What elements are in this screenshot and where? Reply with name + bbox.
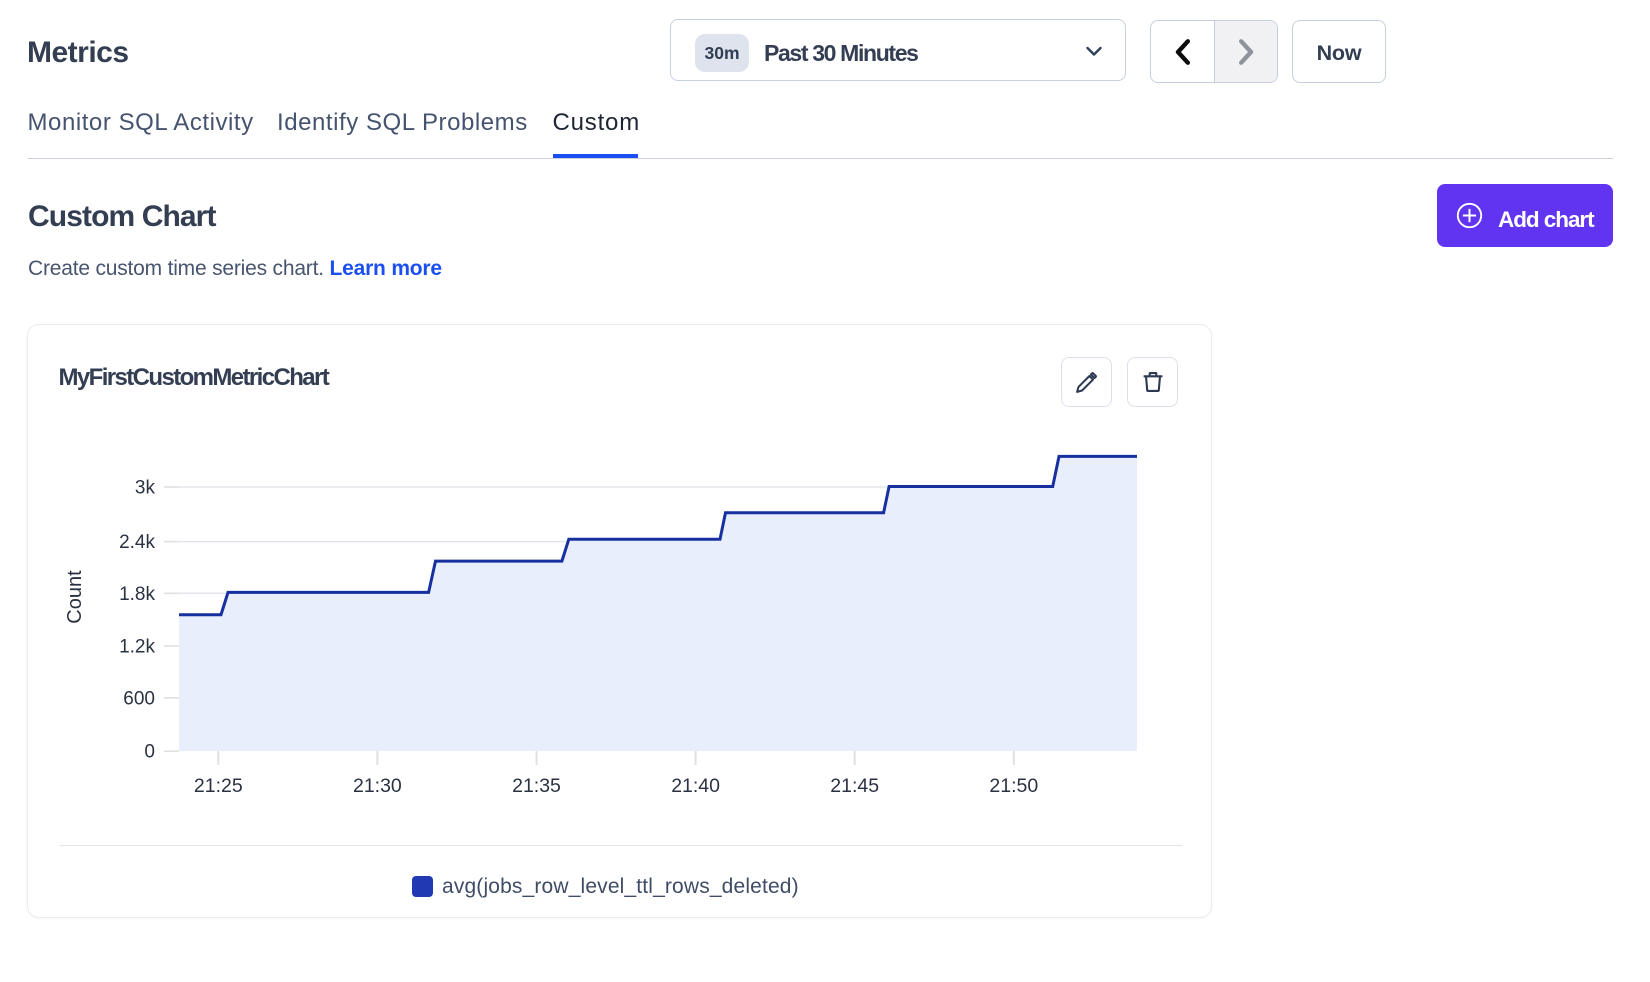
svg-text:600: 600 [123,688,155,709]
svg-text:21:25: 21:25 [194,775,243,797]
svg-text:1.2k: 1.2k [119,637,155,658]
svg-text:3k: 3k [135,478,156,499]
svg-text:21:40: 21:40 [671,775,720,797]
svg-text:21:35: 21:35 [512,775,561,797]
svg-text:0: 0 [144,742,155,763]
svg-text:21:45: 21:45 [830,775,879,797]
svg-text:Count: Count [64,570,86,624]
svg-text:21:30: 21:30 [353,775,402,797]
svg-text:21:50: 21:50 [989,775,1038,797]
svg-text:2.4k: 2.4k [119,532,155,553]
svg-text:1.8k: 1.8k [119,584,155,605]
